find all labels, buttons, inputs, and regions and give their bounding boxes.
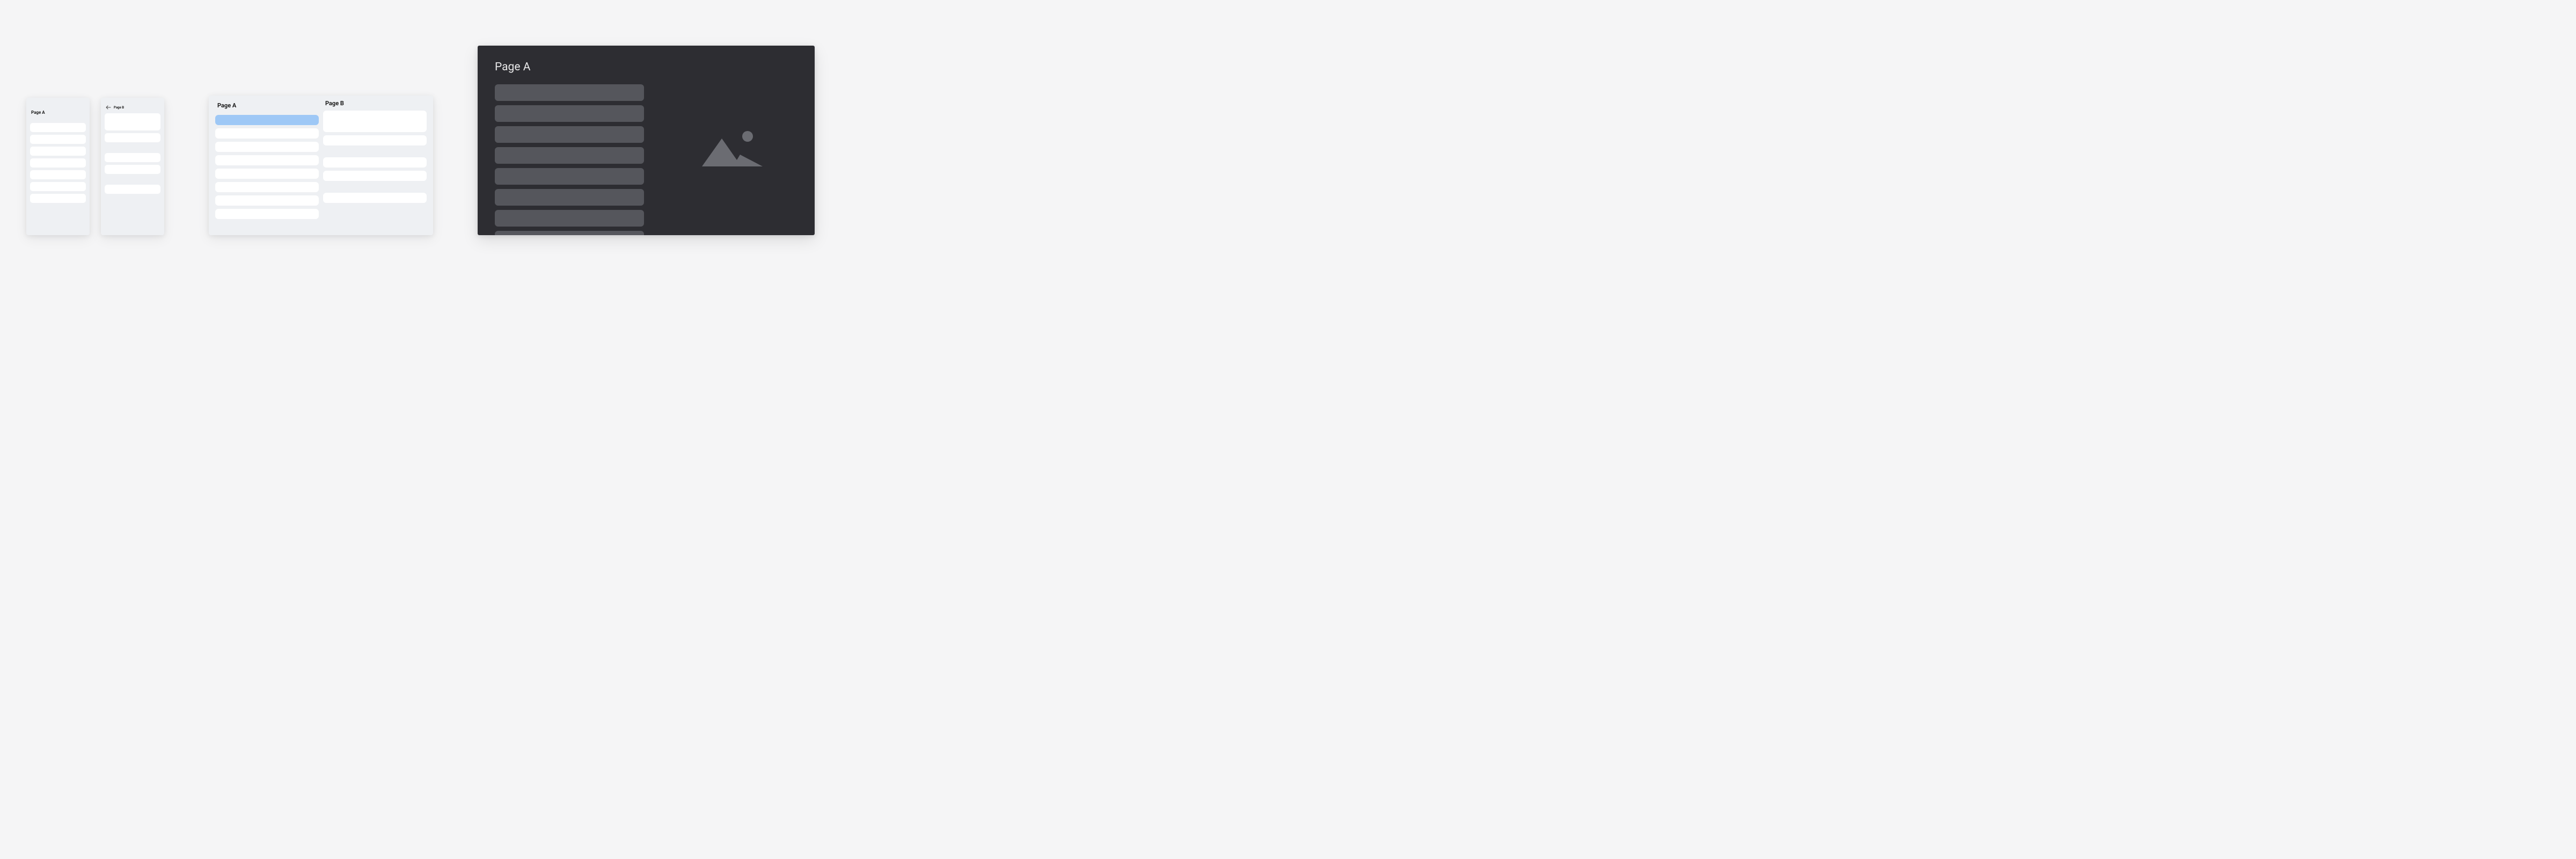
list-item[interactable] <box>323 193 427 203</box>
list-item[interactable] <box>105 113 160 130</box>
list-item[interactable] <box>30 170 86 179</box>
tablet-detail-pane: Page B <box>321 96 433 235</box>
list-item[interactable] <box>495 147 644 164</box>
tablet-right-header: Page B <box>323 96 427 111</box>
list-item[interactable] <box>105 165 160 174</box>
list-item[interactable] <box>30 158 86 168</box>
list-gap <box>323 149 427 154</box>
desktop-list <box>495 84 644 235</box>
desktop-hero-area <box>665 61 797 235</box>
page-title: Page A <box>217 102 236 109</box>
phone-page-b: Page B <box>101 98 164 235</box>
list-item[interactable] <box>30 123 86 132</box>
list-item[interactable] <box>30 147 86 156</box>
phone-a-list <box>30 123 86 203</box>
list-item[interactable] <box>495 105 644 122</box>
list-item[interactable] <box>495 126 644 143</box>
list-item[interactable] <box>215 209 319 219</box>
list-item[interactable] <box>323 157 427 168</box>
page-title: Page B <box>114 106 124 110</box>
list-gap <box>105 145 160 150</box>
phone-b-header: Page B <box>105 101 160 113</box>
list-item[interactable] <box>495 168 644 185</box>
list-item[interactable] <box>495 210 644 227</box>
list-gap <box>105 177 160 182</box>
list-item[interactable] <box>323 171 427 181</box>
list-item[interactable] <box>215 142 319 152</box>
list-item[interactable] <box>215 169 319 179</box>
page-title: Page B <box>325 100 344 107</box>
tablet-master-pane: Page A <box>209 96 321 235</box>
desktop-page-a: Page A <box>478 46 815 235</box>
phone-b-list <box>105 113 160 194</box>
list-item[interactable] <box>30 182 86 191</box>
page-title: Page A <box>495 61 644 74</box>
list-item[interactable] <box>105 153 160 162</box>
list-item[interactable] <box>215 182 319 192</box>
back-arrow-icon[interactable] <box>106 105 111 110</box>
list-item[interactable] <box>495 84 644 101</box>
desktop-left-column: Page A <box>495 61 644 235</box>
page-title: Page A <box>31 110 45 115</box>
tablet-right-list <box>323 111 427 203</box>
list-gap <box>323 184 427 190</box>
list-item[interactable] <box>105 133 160 142</box>
image-placeholder-icon <box>699 127 764 170</box>
list-item[interactable] <box>495 189 644 206</box>
list-item[interactable] <box>30 135 86 144</box>
phone-page-a: Page A <box>26 98 90 235</box>
tablet-split-view: Page A Page B <box>209 96 433 235</box>
list-item[interactable] <box>323 135 427 145</box>
list-item[interactable] <box>215 195 319 206</box>
phone-a-header: Page A <box>30 101 86 123</box>
list-item[interactable] <box>30 194 86 203</box>
tablet-left-header: Page A <box>215 96 319 115</box>
tablet-left-list <box>215 115 319 219</box>
list-item[interactable] <box>105 185 160 194</box>
list-item-selected[interactable] <box>215 115 319 125</box>
list-item[interactable] <box>495 231 644 235</box>
list-item[interactable] <box>323 111 427 132</box>
list-item[interactable] <box>215 155 319 165</box>
list-item[interactable] <box>215 128 319 139</box>
